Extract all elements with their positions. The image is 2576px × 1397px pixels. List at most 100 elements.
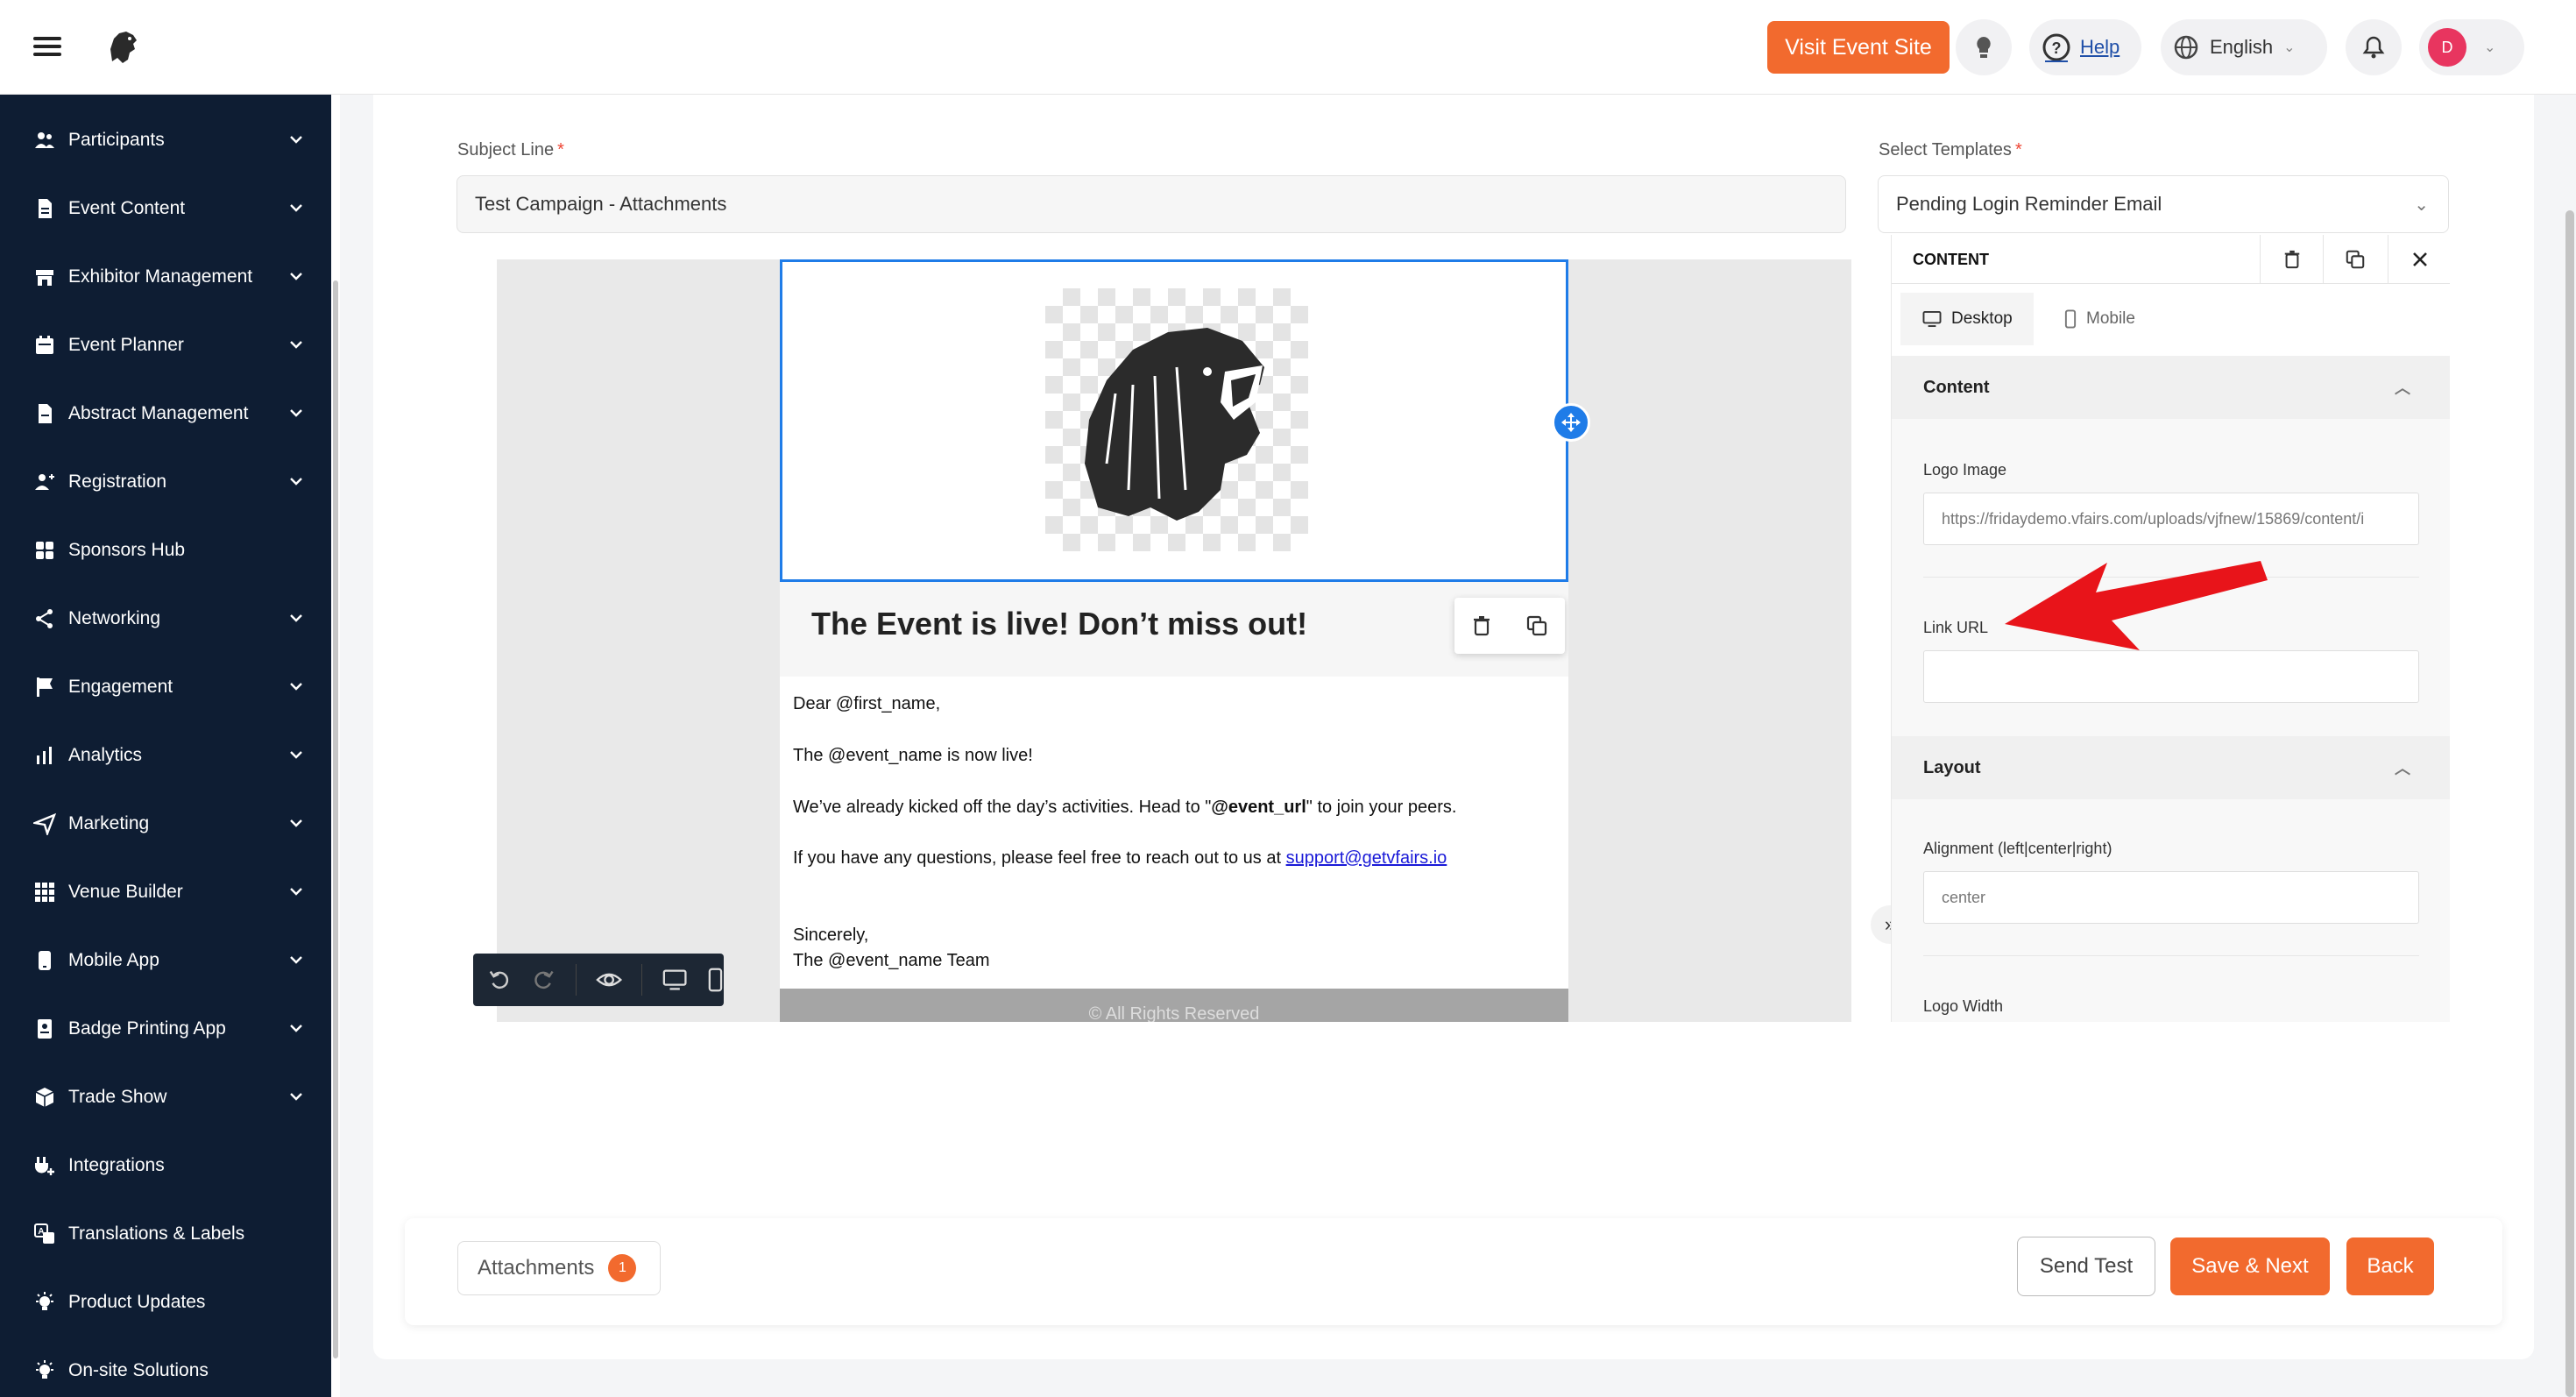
sidebar-item-event-planner[interactable]: Event Planner [0,311,331,379]
sidebar-scrollbar[interactable] [333,280,338,1358]
tab-mobile[interactable]: Mobile [2042,293,2156,345]
user-plus-icon [33,471,56,493]
attachments-count-badge: 1 [608,1254,637,1282]
sidebar-item-participants[interactable]: Participants [0,106,331,174]
page-scrollbar[interactable] [2565,210,2574,1397]
box-icon [33,1086,56,1109]
chevron-down-icon [289,269,303,285]
chevron-down-icon [289,201,303,216]
content-section-header[interactable]: Content ︿ [1892,356,2450,419]
sidebar-item-integrations[interactable]: Integrations [0,1131,331,1200]
desktop-icon[interactable] [662,967,688,993]
help-button[interactable]: ? Help [2029,19,2141,75]
sidebar-item-exhibitor-management[interactable]: Exhibitor Management [0,243,331,311]
move-handle-icon[interactable] [1552,403,1590,442]
email-line-2[interactable]: We’ve already kicked off the day’s activ… [793,798,1456,818]
panel-delete-button[interactable] [2260,235,2323,284]
logo-image[interactable] [1045,288,1308,551]
sidebar-item-label: Product Updates [68,1292,206,1312]
tab-mobile-label: Mobile [2086,309,2135,328]
store-icon [33,266,56,288]
panel-title: CONTENT [1913,251,1989,268]
duplicate-icon[interactable] [1525,614,1548,637]
sidebar-item-event-content[interactable]: Event Content [0,174,331,243]
brand-logo[interactable] [103,26,144,67]
email-line-3[interactable]: If you have any questions, please feel f… [793,848,1447,869]
save-next-button[interactable]: Save & Next [2170,1237,2330,1295]
send-icon [33,812,56,835]
dots-grid-icon [33,881,56,904]
sidebar-item-mobile-app[interactable]: Mobile App [0,926,331,995]
tab-desktop[interactable]: Desktop [1900,293,2034,345]
editor-toolbar [473,954,724,1006]
panel-header: CONTENT [1892,235,2450,284]
trash-icon [2284,250,2299,269]
email-title[interactable]: The Event is live! Don’t miss out! [811,606,1307,642]
redo-icon[interactable] [531,967,556,993]
sidebar-item-sponsors-hub[interactable]: Sponsors Hub [0,516,331,585]
annotation-arrow-icon [2005,561,2268,650]
sidebar-item-abstract-management[interactable]: Abstract Management [0,379,331,448]
mobile-icon[interactable] [707,967,724,993]
alignment-label: Alignment (left|center|right) [1923,840,2112,857]
help-link[interactable]: Help [2080,36,2120,59]
email-footer[interactable]: © All Rights Reserved [780,989,1568,1022]
mobile-icon [2064,309,2077,329]
content-section-title: Content [1923,377,1990,397]
preview-eye-icon[interactable] [595,967,622,993]
sidebar-item-trade-show[interactable]: Trade Show [0,1063,331,1131]
link-url-label: Link URL [1923,619,1989,636]
alignment-input[interactable]: center [1923,871,2419,924]
template-select[interactable]: Pending Login Reminder Email ⌄ [1878,175,2449,233]
support-email-link[interactable]: support@getvfairs.io [1286,848,1447,868]
duplicate-icon [2346,250,2364,269]
sidebar-item-label: Analytics [68,745,143,765]
chevron-up-icon: ︿ [2395,379,2410,397]
email-team[interactable]: The @event_name Team [793,951,990,971]
lightbulb-button[interactable] [1956,19,2012,75]
visit-event-site-button[interactable]: Visit Event Site [1767,21,1950,74]
sidebar-item-label: Sponsors Hub [68,540,186,560]
attachments-button[interactable]: Attachments 1 [457,1241,661,1295]
logo-block-selected[interactable] [780,259,1568,582]
hamburger-menu-icon[interactable] [33,37,61,56]
user-menu[interactable]: D ⌄ [2419,19,2524,75]
panel-close-button[interactable] [2388,235,2450,284]
email-line-1[interactable]: The @event_name is now live! [793,746,1033,766]
logo-image-label: Logo Image [1923,461,2007,479]
sidebar-item-translations-labels[interactable]: A Translations & Labels [0,1200,331,1268]
logo-image-url-input[interactable]: https://fridaydemo.vfairs.com/uploads/vj… [1923,493,2419,545]
sidebar-item-registration[interactable]: Registration [0,448,331,516]
trash-icon[interactable] [1471,614,1492,637]
sidebar-item-product-updates[interactable]: Product Updates [0,1268,331,1337]
layout-section-header[interactable]: Layout ︿ [1892,736,2450,799]
sidebar-item-analytics[interactable]: Analytics [0,721,331,790]
sidebar-item-label: Engagement [68,677,173,697]
panel-duplicate-button[interactable] [2323,235,2386,284]
sidebar-item-marketing[interactable]: Marketing [0,790,331,858]
desktop-icon [1922,310,1942,328]
language-selector[interactable]: English ⌄ [2161,19,2327,75]
sidebar-item-label: Event Planner [68,335,184,355]
sidebar-item-badge-printing-app[interactable]: Badge Printing App [0,995,331,1063]
chevron-down-icon: ⌄ [2283,40,2296,55]
lightbulb-icon [1977,37,1991,58]
toolbar-divider [640,964,642,996]
sidebar-item-venue-builder[interactable]: Venue Builder [0,858,331,926]
email-greeting[interactable]: Dear @first_name, [793,694,940,714]
sidebar-item-engagement[interactable]: Engagement [0,653,331,721]
subject-line-input[interactable]: Test Campaign - Attachments [456,175,1846,233]
send-test-button[interactable]: Send Test [2017,1237,2155,1296]
layout-section-title: Layout [1923,757,1981,777]
badge-icon [33,1018,56,1040]
email-signoff[interactable]: Sincerely, [793,925,868,946]
sidebar-item-networking[interactable]: Networking [0,585,331,653]
notifications-button[interactable] [2346,19,2402,75]
sidebar-item-label: Event Content [68,198,186,218]
back-button[interactable]: Back [2346,1237,2434,1295]
chevron-up-icon: ︿ [2395,760,2410,777]
chevron-down-icon [289,953,303,968]
undo-icon[interactable] [487,967,512,993]
chevron-down-icon [289,1089,303,1105]
sidebar-item-on-site-solutions[interactable]: On-site Solutions [0,1337,331,1397]
